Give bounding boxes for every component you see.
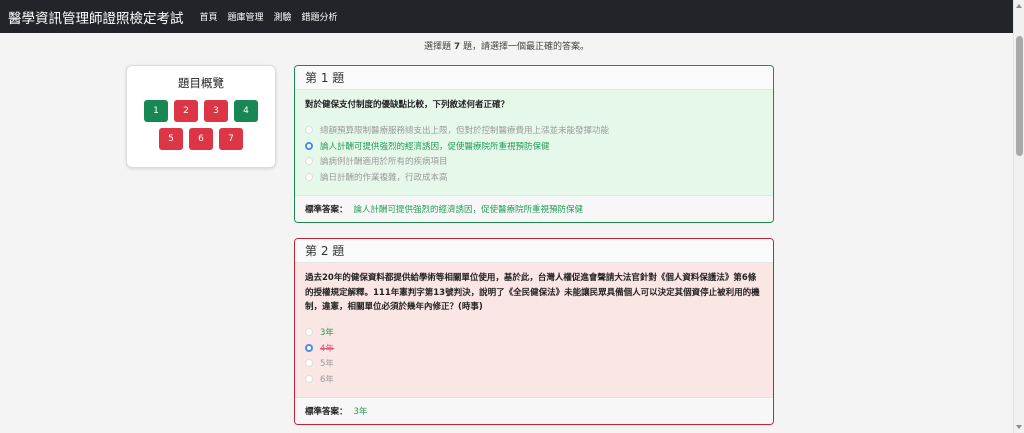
question-card-2: 第 2 題 過去20年的健保資料都提供給學術等相關單位使用，基於此，台灣人權促進… — [294, 238, 774, 425]
scroll-up-icon[interactable] — [1016, 4, 1022, 8]
question-overview-panel: 題目概覽 1 2 3 4 5 6 7 — [126, 65, 276, 168]
instruction-suffix: 題，請選擇一個最正確的答案。 — [460, 42, 589, 52]
nav-error-analysis[interactable]: 錯題分析 — [302, 10, 338, 23]
radio-button[interactable] — [305, 359, 313, 368]
nav-home[interactable]: 首頁 — [200, 10, 218, 23]
standard-answer-text: 3年 — [353, 407, 368, 417]
overview-question-7[interactable]: 7 — [219, 128, 243, 150]
brand-title[interactable]: 醫學資訊管理師證照檢定考試 — [8, 7, 184, 27]
overview-grid: 1 2 3 4 5 6 7 — [139, 100, 263, 150]
question-card-1: 第 1 題 對於健保支付制度的優缺點比較，下列敘述何者正確？ 總額預算限制醫療服… — [294, 65, 774, 223]
overview-question-5[interactable]: 5 — [159, 128, 183, 150]
radio-button-checked[interactable] — [305, 343, 313, 352]
question-header: 第 1 題 — [295, 66, 773, 90]
standard-answer-label: 標準答案： — [305, 205, 348, 215]
overview-question-1[interactable]: 1 — [144, 100, 168, 122]
overview-title: 題目概覽 — [178, 76, 224, 90]
option-label: 論病例計酬適用於所有的疾病項目 — [320, 157, 448, 168]
option-label: 論人計酬可提供強烈的經濟誘因，促使醫療院所重視預防保健 — [320, 141, 550, 152]
answer-option[interactable]: 5年 — [305, 356, 763, 372]
question-text: 對於健保支付制度的優缺點比較，下列敘述何者正確？ — [305, 100, 510, 110]
standard-answer-footer: 標準答案： 論人計酬可提供強烈的經濟誘因，促使醫療院所重視預防保健 — [295, 195, 773, 222]
option-label: 5年 — [320, 359, 334, 370]
overview-question-6[interactable]: 6 — [189, 128, 213, 150]
answer-options: 3年 4年 5年 6年 — [305, 325, 763, 387]
navbar: 醫學資訊管理師證照檢定考試 首頁 題庫管理 測驗 錯題分析 — [0, 0, 1013, 33]
radio-button-checked[interactable] — [305, 141, 313, 150]
radio-button[interactable] — [305, 328, 313, 337]
overview-question-4[interactable]: 4 — [234, 100, 258, 122]
scroll-thumb[interactable] — [1016, 36, 1023, 156]
answer-option-correct[interactable]: 3年 — [305, 325, 763, 341]
answer-option[interactable]: 論日計酬的作業複雜，行政成本高 — [305, 169, 763, 185]
standard-answer-label: 標準答案： — [305, 407, 348, 417]
overview-question-2[interactable]: 2 — [174, 100, 198, 122]
answer-option[interactable]: 總額預算限制醫療服務總支出上限，但對於控制醫療費用上漲並未能發揮功能 — [305, 123, 763, 139]
answer-option[interactable]: 6年 — [305, 371, 763, 387]
radio-button[interactable] — [305, 374, 313, 383]
overview-question-3[interactable]: 3 — [204, 100, 228, 122]
option-label: 3年 — [320, 328, 334, 339]
option-label: 6年 — [320, 374, 334, 385]
standard-answer-text: 論人計酬可提供強烈的經濟誘因，促使醫療院所重視預防保健 — [353, 205, 584, 215]
question-header: 第 2 題 — [295, 239, 773, 263]
radio-button[interactable] — [305, 172, 313, 181]
radio-button[interactable] — [305, 126, 313, 135]
answer-options: 總額預算限制醫療服務總支出上限，但對於控制醫療費用上漲並未能發揮功能 論人計酬可… — [305, 123, 763, 185]
scroll-down-icon[interactable] — [1016, 425, 1022, 429]
answer-option-selected-wrong[interactable]: 4年 — [305, 340, 763, 356]
option-label: 總額預算限制醫療服務總支出上限，但對於控制醫療費用上漲並未能發揮功能 — [320, 126, 610, 137]
nav-quiz[interactable]: 測驗 — [274, 10, 292, 23]
question-text: 過去20年的健保資料都提供給學術等相關單位使用，基於此，台灣人權促進會聲請大法官… — [305, 273, 760, 312]
standard-answer-footer: 標準答案： 3年 — [295, 397, 773, 424]
answer-option[interactable]: 論病例計酬適用於所有的疾病項目 — [305, 154, 763, 170]
nav-question-bank[interactable]: 題庫管理 — [228, 10, 264, 23]
option-label: 4年 — [320, 343, 334, 354]
quiz-instruction: 選擇題 7 題，請選擇一個最正確的答案。 — [0, 39, 1013, 52]
radio-button[interactable] — [305, 157, 313, 166]
option-label: 論日計酬的作業複雜，行政成本高 — [320, 172, 448, 183]
page-scrollbar[interactable] — [1013, 0, 1024, 433]
answer-option-selected[interactable]: 論人計酬可提供強烈的經濟誘因，促使醫療院所重視預防保健 — [305, 138, 763, 154]
instruction-prefix: 選擇題 — [423, 42, 454, 52]
